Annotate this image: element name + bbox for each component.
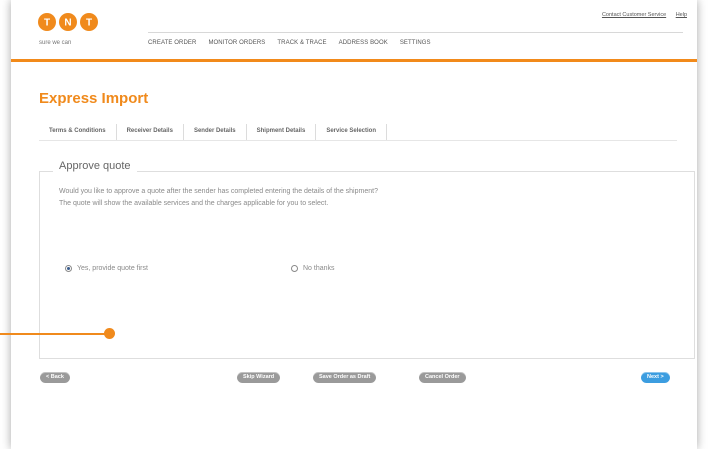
tab-service-selection[interactable]: Service Selection [316,124,388,140]
utility-links: Contact Customer Service Help [594,12,687,18]
section-description: Would you like to approve a quote after … [59,186,378,210]
option-yes-label: Yes, provide quote first [77,265,148,272]
nav-divider [148,32,683,33]
section-legend: Approve quote [53,160,137,172]
nav-monitor-orders[interactable]: MONITOR ORDERS [208,40,265,50]
svg-text:sure we can: sure we can [39,40,71,46]
description-line-1: Would you like to approve a quote after … [59,188,378,195]
tab-receiver-details[interactable]: Receiver Details [117,124,184,140]
tab-sender-details[interactable]: Sender Details [184,124,247,140]
save-draft-button[interactable]: Save Order as Draft [313,372,377,383]
radio-no-icon[interactable] [291,265,298,272]
nav-track-trace[interactable]: TRACK & TRACE [277,40,326,50]
nav-address-book[interactable]: ADDRESS BOOK [339,40,388,50]
description-line-2: The quote will show the available servic… [59,200,329,207]
tab-terms-conditions[interactable]: Terms & Conditions [39,124,117,140]
nav-settings[interactable]: SETTINGS [400,40,431,50]
option-yes[interactable]: Yes, provide quote first [65,265,148,272]
svg-text:T: T [86,18,92,29]
svg-text:N: N [64,18,71,29]
pointer-line [0,333,110,335]
tnt-logo-icon: T N T sure we can [38,13,98,46]
next-button[interactable]: Next > [641,372,670,383]
svg-text:T: T [44,18,50,29]
wizard-tabs: Terms & Conditions Receiver Details Send… [39,124,677,141]
main-nav: CREATE ORDER MONITOR ORDERS TRACK & TRAC… [148,40,431,50]
browser-page: Contact Customer Service Help T N T sure… [11,0,697,449]
page-title: Express Import [39,90,149,107]
cancel-order-button[interactable]: Cancel Order [419,372,466,383]
contact-customer-service-link[interactable]: Contact Customer Service [602,12,666,18]
header-accent-bar [11,59,697,62]
help-link[interactable]: Help [676,12,687,18]
option-no-label: No thanks [303,265,335,272]
skip-wizard-button[interactable]: Skip Wizard [237,372,281,383]
back-button[interactable]: < Back [40,372,70,383]
pointer-dot [104,328,115,339]
option-no[interactable]: No thanks [291,265,335,272]
tab-shipment-details[interactable]: Shipment Details [247,124,317,140]
tnt-logo: T N T sure we can [37,12,99,50]
radio-yes-selected-icon[interactable] [65,265,72,272]
nav-create-order[interactable]: CREATE ORDER [148,40,196,50]
